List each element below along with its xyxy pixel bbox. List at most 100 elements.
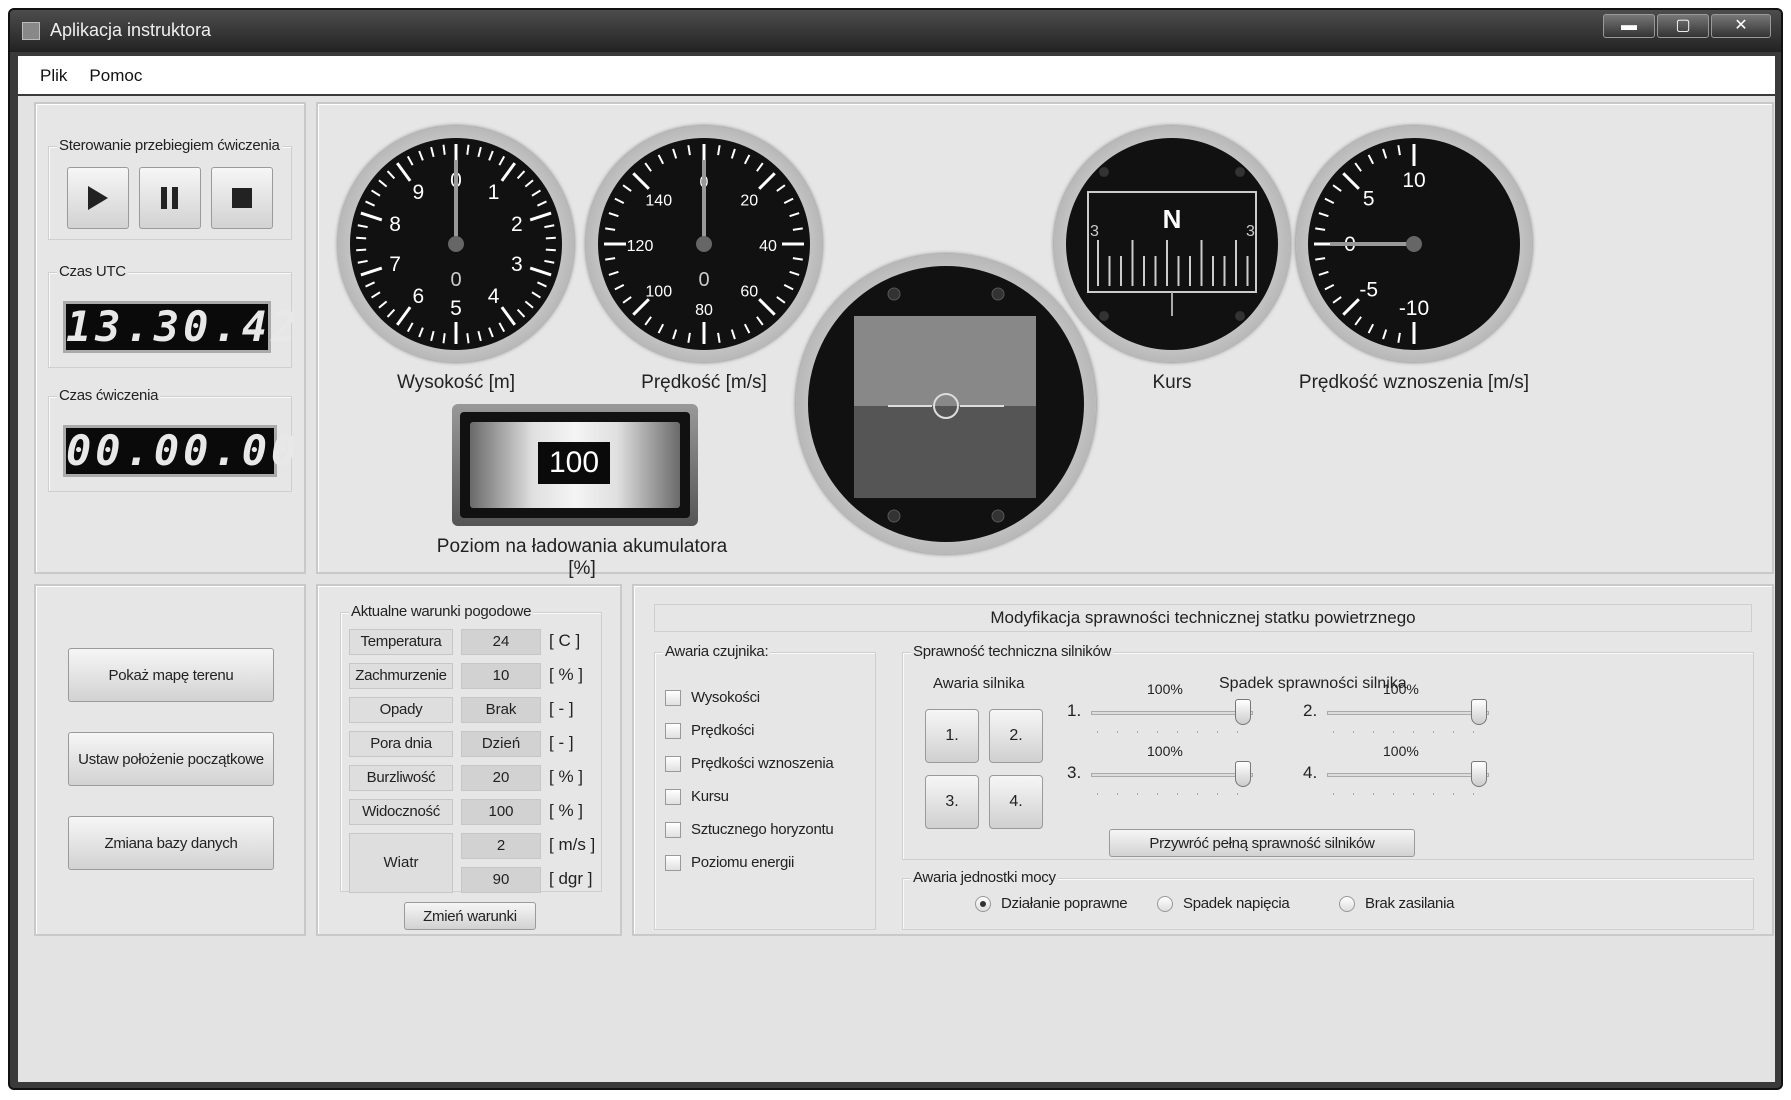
actions-panel: Pokaż mapę terenu Ustaw położenie począt… [34,584,306,936]
menu-plik[interactable]: Plik [18,56,81,86]
dial-tick-label: -10 [1399,297,1429,320]
sensor-checkbox[interactable]: Kursu [665,788,729,805]
engine-2-button[interactable]: 2. [989,709,1043,763]
weather-row-unit: [ % ] [549,767,584,786]
client-area: Sterowanie przebiegiem ćwiczenia Czas UT… [18,96,1775,1082]
weather-row-label: Opady [349,697,453,723]
change-database-button[interactable]: Zmiana bazy danych [68,816,274,870]
menu-bar: Plik Pomoc [18,56,1775,94]
show-map-button[interactable]: Pokaż mapę terenu [68,648,274,702]
slider-thumb[interactable] [1235,761,1251,787]
heading-edge-right: 3 [1246,223,1255,240]
checkbox-icon[interactable] [665,821,681,838]
dial-tick-label: 10 [1402,169,1425,192]
engine-4-button[interactable]: 4. [989,775,1043,829]
set-start-position-button[interactable]: Ustaw położenie początkowe [68,732,274,786]
power-radio[interactable]: Działanie poprawne [975,895,1128,912]
slider-percent: 100% [1383,743,1419,759]
engine-efficiency-slider[interactable] [1327,759,1489,799]
weather-row-value[interactable]: 20 [461,765,541,791]
dial-tick-label: 2 [511,213,523,236]
sensor-label: Prędkości [691,722,755,739]
weather-row-value[interactable]: 24 [461,629,541,655]
weather-row-label: Temperatura [349,629,453,655]
slider-percent: 100% [1147,743,1183,759]
engine-group: Sprawność techniczna silników Awaria sil… [902,643,1754,860]
instruments-panel: 01234567890 Wysokość [m] 020406080100120… [316,102,1774,579]
dial-tick-label: 9 [413,181,425,204]
radio-icon[interactable] [1157,895,1173,912]
dial-tick-label: 4 [488,285,500,308]
power-radio[interactable]: Spadek napięcia [1157,895,1290,912]
menu-pomoc[interactable]: Pomoc [81,56,156,86]
slider-number: 2. [1303,701,1318,720]
weather-row: Pora dnia Dzień [ - ] [349,731,599,757]
utc-display: 13.30.42 [63,301,296,353]
weather-row-value[interactable]: Dzień [461,731,541,757]
maximize-button[interactable]: ▢ [1657,14,1709,38]
checkbox-icon[interactable] [665,722,681,739]
checkbox-icon[interactable] [665,689,681,706]
engine-3-button[interactable]: 3. [925,775,979,829]
slider-thumb[interactable] [1471,699,1487,725]
pause-button[interactable] [139,167,201,229]
weather-row-value[interactable]: 10 [461,663,541,689]
dial-tick-label: 140 [645,193,672,210]
play-button[interactable] [67,167,129,229]
speed-dial: 0204060801001201400 [598,138,810,350]
engine-efficiency-slider[interactable] [1327,697,1489,737]
svg-text:0: 0 [698,269,709,291]
weather-panel: Aktualne warunki pogodowe Temperatura 24 [… [316,584,622,936]
sensor-checkbox[interactable]: Sztucznego horyzontu [665,821,834,838]
checkbox-icon[interactable] [665,755,681,772]
checkbox-icon[interactable] [665,788,681,805]
weather-row: Temperatura 24 [ C ] [349,629,599,655]
close-button[interactable]: ✕ [1711,14,1771,38]
engine-1-button[interactable]: 1. [925,709,979,763]
altitude-dial: 01234567890 [350,138,562,350]
dial-tick-label: 100 [645,283,672,300]
stop-button[interactable] [211,167,273,229]
sensor-checkbox[interactable]: Prędkości wznoszenia [665,755,834,772]
app-window: Aplikacja instruktora ▬ ▢ ✕ Plik Pomoc St… [8,8,1783,1090]
altitude-label: Wysokość [m] [396,372,516,393]
weather-row-value[interactable]: 100 [461,799,541,825]
engine-efficiency-slider[interactable] [1091,759,1253,799]
slider-number: 1. [1067,701,1082,720]
slider-thumb[interactable] [1471,761,1487,787]
engine-efficiency-slider[interactable] [1091,697,1253,737]
weather-row: Opady Brak [ - ] [349,697,599,723]
restore-engines-button[interactable]: Przywróć pełną sprawność silników [1109,829,1415,857]
weather-row-unit: [ - ] [549,699,574,718]
minimize-button[interactable]: ▬ [1603,14,1655,38]
sensor-label: Kursu [691,788,729,805]
slider-percent: 100% [1383,681,1419,697]
slider-thumb[interactable] [1235,699,1251,725]
dial-tick-label: 5 [1363,188,1375,211]
heading-dial: N 3 3 [1066,138,1278,350]
weather-row-unit: [ % ] [549,801,584,820]
change-weather-button[interactable]: Zmień warunki [404,902,536,930]
wind-speed-field[interactable]: 2 [461,833,541,859]
sensor-checkbox[interactable]: Prędkości [665,722,754,739]
sensor-checkbox[interactable]: Wysokości [665,689,760,706]
weather-row-unit: [ - ] [549,733,574,752]
radio-icon[interactable] [975,895,991,912]
power-option-label: Spadek napięcia [1183,895,1290,912]
technical-panel: Modyfikacja sprawności technicznej statk… [632,584,1774,936]
checkbox-icon[interactable] [665,854,681,871]
title-bar: Aplikacja instruktora ▬ ▢ ✕ [10,10,1781,52]
power-radio[interactable]: Brak zasilania [1339,895,1454,912]
weather-row-value[interactable]: Brak [461,697,541,723]
wind-direction-field[interactable]: 90 [461,867,541,893]
sensor-label: Wysokości [691,689,760,706]
dial-tick-label: 1 [488,181,500,204]
weather-row: Zachmurzenie 10 [ % ] [349,663,599,689]
dial-tick-label: 80 [695,302,713,319]
sensor-checkbox[interactable]: Poziomu energii [665,854,794,871]
weather-row-unit: [ C ] [549,631,581,650]
radio-icon[interactable] [1339,895,1355,912]
battery-label: Poziom na ładowania akumulatora [%] [436,536,728,579]
sensor-label: Prędkości wznoszenia [691,755,834,772]
dial-tick-label: 20 [740,193,758,210]
